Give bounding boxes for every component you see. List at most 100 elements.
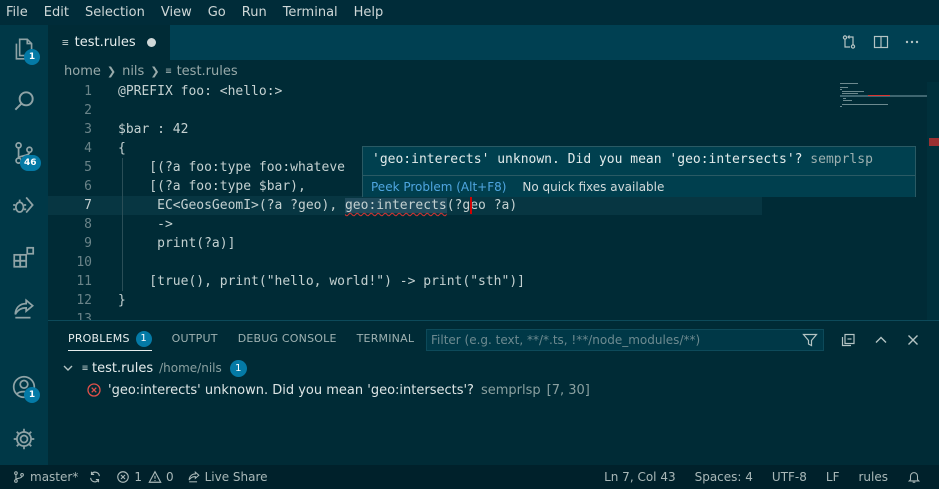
status-sync[interactable] [83,465,111,489]
line-number: 10 [76,255,92,270]
status-problems[interactable]: 1 0 [111,465,178,489]
activity-accounts[interactable]: 1 [0,363,48,411]
split-editor-button[interactable] [870,31,892,53]
chevron-up-icon [875,336,887,343]
activity-run-debug[interactable] [0,181,48,229]
chevron-down-icon[interactable] [60,360,76,376]
menu-help[interactable]: Help [346,0,392,25]
more-actions-button[interactable] [901,31,923,53]
menu-edit[interactable]: Edit [36,0,77,25]
close-panel-button[interactable] [903,330,923,350]
editor-scrollbar[interactable] [927,82,939,320]
explorer-badge: 1 [24,49,40,65]
code-line: print(?a)] [118,236,236,251]
file-lines-icon: ≡ [82,362,89,374]
problems-count-badge: 1 [135,331,152,347]
problem-file-name: test.rules [92,360,154,376]
code-area[interactable]: @PREFIX foo: <hello:> $bar : 42 { [(?a f… [118,82,798,320]
error-icon [87,383,101,397]
activity-search[interactable] [0,77,48,125]
problem-source: semprlsp [480,382,541,398]
line-number: 1 [84,84,92,99]
status-live-share[interactable]: Live Share [179,465,273,489]
line-number: 13 [76,312,92,320]
minimap[interactable] [792,82,939,320]
menu-terminal[interactable]: Terminal [275,0,346,25]
problem-file-row[interactable]: ≡ test.rules /home/nils 1 [48,357,939,379]
close-icon [908,335,918,345]
gear-icon [13,428,35,450]
activity-explorer[interactable]: 1 [0,25,48,73]
menu-run[interactable]: Run [234,0,275,25]
line-number: 4 [84,141,92,156]
breadcrumb-nils[interactable]: nils [122,64,144,79]
ellipsis-icon [905,40,919,44]
activity-manage[interactable] [0,415,48,463]
file-lines-icon: ≡ [165,65,172,77]
sync-icon [90,471,101,483]
tab-terminal[interactable]: TERMINAL [357,321,415,357]
menu-go[interactable]: Go [200,0,234,25]
unsaved-dot-icon[interactable] [147,38,156,47]
git-branch-icon [14,471,24,483]
line-number: 9 [84,236,92,251]
activity-extensions[interactable] [0,233,48,281]
status-feedback[interactable] [902,465,939,489]
status-encoding[interactable]: UTF-8 [767,465,821,489]
activity-source-control[interactable]: 46 [0,129,48,177]
problem-message: 'geo:interects' unknown. Did you mean 'g… [108,382,474,398]
code-line: [true(), print("hello, world!") -> print… [118,274,525,289]
live-share-icon [14,298,35,319]
filter-button[interactable] [800,330,820,350]
breadcrumb: home ❯ nils ❯ ≡ test.rules [48,60,939,82]
search-icon [14,91,34,111]
minimap-line [842,91,864,92]
tab-debug-console[interactable]: DEBUG CONSOLE [238,321,337,357]
status-branch[interactable]: master* [0,465,83,489]
code-line: -> [118,217,173,232]
code-line: $bar : 42 [118,122,189,137]
live-share-label: Live Share [204,470,268,484]
problems-filter-input[interactable] [427,330,823,350]
status-language[interactable]: rules [853,465,902,489]
warning-icon [148,470,162,483]
problems-filter [426,329,824,351]
minimap-line [840,89,842,90]
code-segment: EC<GeosGeomI>(?a ?geo), [118,198,345,213]
compare-changes-icon [842,35,856,49]
tab-test-rules[interactable]: ≡ test.rules [48,25,170,60]
menu-view[interactable]: View [153,0,200,25]
status-indentation[interactable]: Spaces: 4 [690,465,767,489]
code-line: { [118,141,126,156]
collapse-all-icon [841,333,855,347]
breadcrumb-file[interactable]: test.rules [177,64,238,79]
collapse-all-button[interactable] [838,330,858,350]
problem-file-count-badge: 1 [229,359,247,377]
error-count: 1 [134,470,142,484]
activity-live-share[interactable] [0,285,48,333]
line-number: 2 [84,103,92,118]
menu-file[interactable]: File [0,0,36,25]
problem-file-path: /home/nils [159,361,222,375]
code-line-active: EC<GeosGeomI>(?a ?geo), geo:interects(?g… [118,196,517,215]
open-changes-button[interactable] [838,31,860,53]
maximize-panel-button[interactable] [871,330,891,350]
code-line: [(?a foo:type $bar), [118,179,306,194]
tab-output[interactable]: OUTPUT [172,321,218,357]
tab-problems[interactable]: PROBLEMS 1 [68,321,152,357]
peek-problem-link[interactable]: Peek Problem (Alt+F8) [371,180,506,194]
filter-icon [802,333,818,347]
breadcrumb-home[interactable]: home [64,64,101,79]
line-number: 3 [84,122,92,137]
accounts-badge: 1 [24,387,40,403]
file-lines-icon: ≡ [62,36,69,49]
problem-item[interactable]: 'geo:interects' unknown. Did you mean 'g… [48,379,939,401]
hover-actions: Peek Problem (Alt+F8) No quick fixes ava… [363,175,915,197]
minimap-line [840,106,842,107]
menu-bar: File Edit Selection View Go Run Terminal… [0,0,939,25]
error-token[interactable]: geo:interects [344,198,447,213]
menu-selection[interactable]: Selection [77,0,153,25]
status-eol[interactable]: LF [821,465,854,489]
warning-count: 0 [165,470,174,484]
status-cursor-position[interactable]: Ln 7, Col 43 [599,465,690,489]
